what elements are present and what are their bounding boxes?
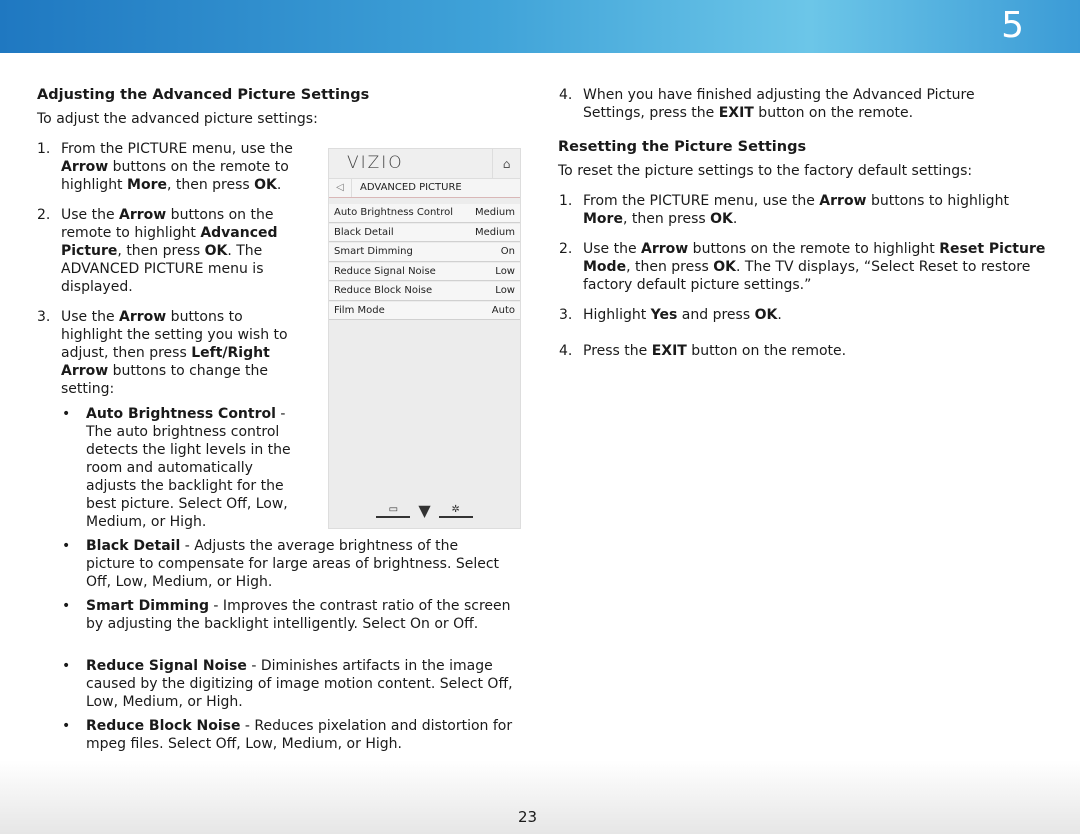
text-run: . — [732, 211, 738, 227]
menu-row-label: Auto Brightness Control — [334, 207, 453, 218]
bold-term: Yes — [650, 307, 678, 323]
bold-term: EXIT — [651, 343, 687, 359]
text-run: , then press — [626, 259, 714, 275]
reset-step-1: 1. From the PICTURE menu, use the Arrow b… — [559, 193, 1009, 227]
bullet-auto-brightness: • Auto Brightness Control - The auto brig… — [62, 406, 291, 530]
menu-row-label: Black Detail — [334, 226, 394, 238]
bold-term: More — [583, 211, 623, 227]
menu-row: Reduce Block Noise Low — [329, 282, 520, 301]
text-run: , then press — [622, 211, 711, 227]
bold-term: Arrow — [819, 193, 867, 209]
text-run: Highlight — [583, 307, 651, 323]
bold-term: Black Detail — [86, 538, 181, 554]
step-2: 2. Use the Arrow buttons on the remote to… — [37, 206, 291, 296]
back-arrow-icon: ◁ — [329, 179, 352, 197]
text-run: button on the remote. — [753, 105, 914, 121]
home-icon: ⌂ — [492, 149, 520, 178]
menu-row-value: Auto — [491, 304, 515, 316]
menu-row-label: Film Mode — [334, 304, 385, 316]
bold-term: Reduce Signal Noise — [86, 658, 247, 674]
bold-term: Arrow — [119, 207, 167, 223]
bold-term: Smart Dimming — [86, 598, 209, 614]
bold-term: OK — [254, 177, 277, 193]
menu-row: Black Detail Medium — [329, 223, 520, 242]
bold-term: OK — [713, 259, 737, 275]
step-1: 1. From the PICTURE menu, use the Arrow b… — [37, 140, 296, 194]
text-run: buttons to highlight — [866, 193, 1009, 209]
bold-term: More — [127, 177, 167, 193]
menu-row-value: Low — [495, 285, 515, 296]
chapter-header-bar: 5 — [0, 0, 1080, 53]
menu-row: Film Mode Auto — [329, 301, 520, 320]
text-run: button on the remote. — [686, 343, 847, 359]
text-run: From the PICTURE menu, use the — [61, 141, 293, 157]
menu-row-value: On — [500, 246, 515, 257]
bold-term: EXIT — [718, 105, 754, 121]
step-text: From the PICTURE menu, use the Arrow but… — [61, 141, 293, 193]
input-icon: ▭ — [376, 504, 411, 518]
text-run: Press the — [583, 343, 652, 359]
step-3: 3. Use the Arrow buttons to highlight the… — [37, 308, 291, 398]
menu-row-value: Low — [495, 265, 515, 277]
text-run: and press — [677, 307, 755, 323]
text-run: , then press — [166, 177, 255, 193]
menu-title: ADVANCED PICTURE — [360, 182, 462, 193]
step-4-finish: 4. When you have finished adjusting the A… — [559, 87, 975, 121]
bold-term: OK — [754, 307, 778, 323]
bold-term: Reduce Block Noise — [86, 718, 241, 734]
step-number: 2. — [37, 207, 51, 223]
text-run: , then press — [117, 243, 205, 259]
step-text: Use the Arrow buttons on the remote to h… — [61, 207, 278, 295]
menu-row-label: Smart Dimming — [334, 246, 413, 257]
bold-term: OK — [204, 243, 228, 259]
bullet-reduce-signal-noise: • Reduce Signal Noise - Diminishes artifa… — [62, 658, 513, 710]
bold-term: Arrow — [61, 159, 109, 175]
section-heading-advanced: Adjusting the Advanced Picture Settings — [37, 87, 370, 103]
menu-row: Reduce Signal Noise Low — [329, 262, 520, 281]
step-number: 1. — [37, 141, 51, 157]
intro-text: To adjust the advanced picture settings: — [37, 111, 318, 127]
text-run: From the PICTURE menu, use the — [583, 193, 820, 209]
step-text: Use the Arrow buttons to highlight the s… — [61, 309, 288, 397]
menu-row-label: Reduce Block Noise — [334, 285, 433, 296]
section-heading-reset: Resetting the Picture Settings — [558, 139, 807, 155]
reset-step-4: 4. Press the EXIT button on the remote. — [559, 343, 847, 359]
bold-term: Arrow — [119, 309, 167, 325]
bold-term: Auto Brightness Control — [86, 406, 276, 422]
page-number: 23 — [518, 808, 538, 826]
text-run: buttons on the remote to highlight — [688, 241, 940, 257]
text-run: . — [276, 177, 282, 193]
vizio-v-icon: ▼ — [418, 501, 431, 520]
menu-row-label: Reduce Signal Noise — [334, 265, 436, 277]
vizio-logo: VIZIO — [347, 153, 404, 173]
reset-step-3: 3. Highlight Yes and press OK. — [559, 307, 782, 323]
bold-term: OK — [710, 211, 733, 227]
menu-row: Auto Brightness Control Medium — [329, 204, 520, 223]
settings-gear-icon: ✲ — [438, 504, 473, 518]
menu-row-value: Medium — [475, 226, 515, 238]
text-run: Use the — [61, 309, 120, 325]
bullet-smart-dimming: • Smart Dimming - Improves the contrast r… — [62, 598, 511, 632]
reset-step-2: 2. Use the Arrow buttons on the remote to… — [559, 241, 1046, 293]
bold-term: Arrow — [641, 241, 689, 257]
bullet-reduce-block-noise: • Reduce Block Noise - Reduces pixelation… — [62, 718, 513, 752]
page-footer — [0, 760, 1080, 834]
text-run: Use the — [583, 241, 642, 257]
text-run: . — [777, 307, 782, 323]
chapter-number: 5 — [1001, 5, 1024, 46]
text-run: - The auto brightness control detects th… — [86, 406, 291, 530]
tv-menu-illustration: VIZIO ⌂ ◁ ADVANCED PICTURE Auto Brightness… — [328, 148, 521, 529]
bullet-black-detail: • Black Detail - Adjusts the average brig… — [62, 538, 500, 590]
menu-row: Smart Dimming On — [329, 243, 520, 262]
reset-intro: To reset the picture settings to the fac… — [558, 163, 973, 179]
menu-row-value: Medium — [475, 207, 515, 218]
step-number: 3. — [37, 309, 51, 325]
text-run: Use the — [61, 207, 120, 223]
